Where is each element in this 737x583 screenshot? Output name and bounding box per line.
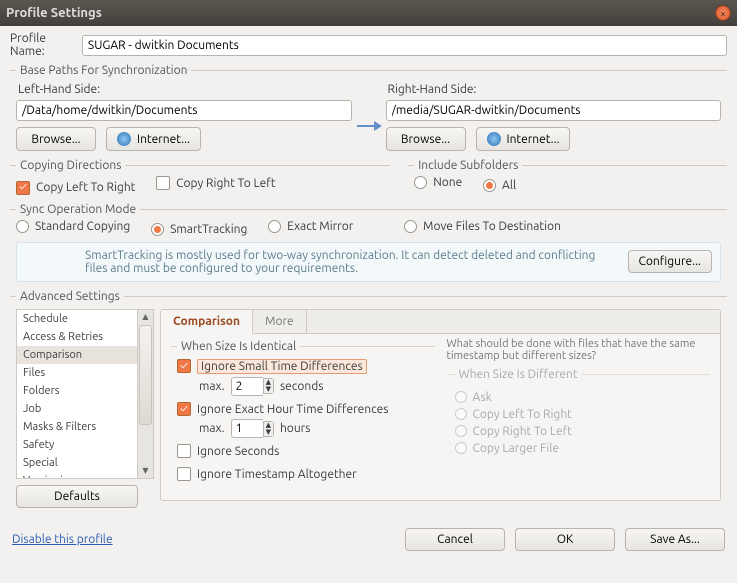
right-side-label: Right-Hand Side:	[388, 83, 722, 96]
defaults-button[interactable]: Defaults	[16, 485, 138, 508]
subfolders-all-radio[interactable]: All	[483, 179, 516, 192]
base-paths-legend: Base Paths For Synchronization	[16, 64, 191, 77]
globe-icon	[487, 132, 501, 146]
smart-tracking-radio[interactable]: SmartTracking	[151, 223, 247, 236]
tab-comparison[interactable]: Comparison	[161, 310, 253, 334]
window-title: Profile Settings	[6, 6, 715, 20]
adv-item-comparison[interactable]: Comparison	[17, 346, 137, 364]
ignore-hour-checkbox[interactable]: Ignore Exact Hour Time Differences	[177, 402, 389, 416]
scroll-up-icon[interactable]: ▲	[138, 310, 153, 324]
copy-ltr-radio: Copy Left To Right	[455, 408, 707, 421]
exact-mirror-radio[interactable]: Exact Mirror	[268, 220, 353, 233]
copy-larger-radio: Copy Larger File	[455, 442, 707, 455]
scroll-thumb[interactable]	[139, 325, 152, 425]
subfolders-none-radio[interactable]: None	[414, 176, 462, 189]
close-icon[interactable]: ×	[715, 5, 731, 21]
ok-button[interactable]: OK	[515, 528, 615, 551]
profile-name-input[interactable]	[82, 35, 727, 56]
sync-mode-legend: Sync Operation Mode	[16, 203, 140, 216]
scroll-down-icon[interactable]: ▼	[138, 464, 153, 478]
adv-item-versioning[interactable]: Versioning	[17, 472, 137, 479]
copying-directions-legend: Copying Directions	[16, 159, 125, 172]
advanced-settings-legend: Advanced Settings	[16, 290, 124, 303]
adv-item-masks-filters[interactable]: Masks & Filters	[17, 418, 137, 436]
adv-item-folders[interactable]: Folders	[17, 382, 137, 400]
ignore-small-time-checkbox[interactable]: Ignore Small Time Differences	[177, 359, 367, 374]
ignore-timestamp-checkbox[interactable]: Ignore Timestamp Altogether	[177, 467, 357, 481]
tab-more[interactable]: More	[253, 310, 307, 333]
left-path-input[interactable]	[16, 100, 352, 121]
smart-tracking-info: SmartTracking is mostly used for two-way…	[25, 249, 618, 275]
right-browse-button[interactable]: Browse...	[386, 127, 466, 151]
right-internet-button[interactable]: Internet...	[476, 127, 571, 151]
scrollbar[interactable]: ▲ ▼	[138, 309, 154, 479]
copy-left-to-right-checkbox[interactable]: Copy Left To Right	[16, 181, 135, 195]
advanced-category-list[interactable]: ScheduleAccess & RetriesComparisonFilesF…	[16, 309, 138, 479]
ignore-seconds-checkbox[interactable]: Ignore Seconds	[177, 444, 279, 458]
base-paths-group: Base Paths For Synchronization Left-Hand…	[10, 64, 727, 157]
save-as-button[interactable]: Save As...	[625, 528, 725, 551]
copy-right-to-left-checkbox[interactable]: Copy Right To Left	[156, 176, 275, 190]
adv-item-safety[interactable]: Safety	[17, 436, 137, 454]
ask-radio: Ask	[455, 391, 707, 404]
left-browse-button[interactable]: Browse...	[16, 127, 96, 151]
globe-icon	[117, 132, 131, 146]
disable-profile-link[interactable]: Disable this profile	[12, 533, 113, 546]
seconds-stepper[interactable]: ▲▼	[231, 377, 274, 396]
move-files-radio[interactable]: Move Files To Destination	[404, 220, 561, 233]
adv-item-special[interactable]: Special	[17, 454, 137, 472]
size-identical-legend: When Size Is Identical	[177, 340, 300, 353]
left-internet-button[interactable]: Internet...	[106, 127, 201, 151]
adv-item-files[interactable]: Files	[17, 364, 137, 382]
right-path-input[interactable]	[386, 100, 722, 121]
arrow-icon	[352, 101, 386, 151]
adv-item-schedule[interactable]: Schedule	[17, 310, 137, 328]
hours-stepper[interactable]: ▲▼	[231, 419, 274, 438]
size-different-question: What should be done with files that have…	[447, 338, 711, 362]
adv-item-access-retries[interactable]: Access & Retries	[17, 328, 137, 346]
adv-item-job[interactable]: Job	[17, 400, 137, 418]
include-subfolders-legend: Include Subfolders	[414, 159, 522, 172]
copy-rtl-radio: Copy Right To Left	[455, 425, 707, 438]
standard-copying-radio[interactable]: Standard Copying	[16, 220, 130, 233]
left-side-label: Left-Hand Side:	[18, 83, 352, 96]
size-different-legend: When Size Is Different	[455, 368, 582, 381]
cancel-button[interactable]: Cancel	[405, 528, 505, 551]
profile-name-label: Profile Name:	[10, 32, 76, 58]
configure-button[interactable]: Configure...	[628, 250, 712, 273]
